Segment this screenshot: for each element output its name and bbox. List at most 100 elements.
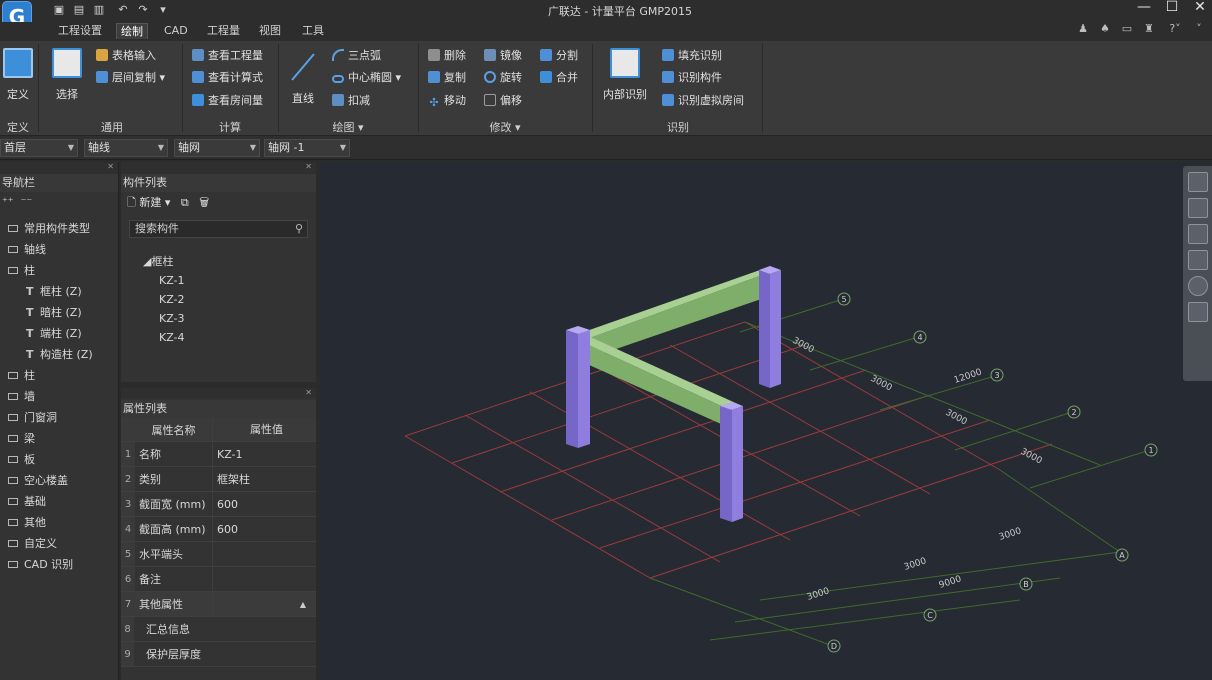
message-icon[interactable]: ▭ <box>1120 22 1134 36</box>
quick-access-more-icon[interactable]: ▾ <box>156 3 170 17</box>
property-row[interactable]: 9 保护层厚度 <box>121 642 316 667</box>
nav-item[interactable]: 基础 <box>8 491 118 512</box>
quick-access-open-icon[interactable]: ▤ <box>72 3 86 17</box>
fill-recognize-button[interactable]: 填充识别 <box>662 47 722 65</box>
view-formula-button[interactable]: 查看计算式 <box>192 69 263 87</box>
beam-front[interactable] <box>578 340 730 428</box>
property-value[interactable]: KZ-1 <box>213 442 316 467</box>
property-row[interactable]: 7 其他属性 ▲ <box>121 592 316 617</box>
center-ellipse-button[interactable]: 中心椭圆 ▾ <box>332 69 401 87</box>
close-icon[interactable]: ✕ <box>121 388 316 398</box>
nav-item[interactable]: 门窗洞 <box>8 407 118 428</box>
component-item[interactable]: KZ-1 <box>159 271 316 290</box>
front-view-icon[interactable] <box>1188 224 1208 244</box>
merge-button[interactable]: 合并 <box>540 69 578 87</box>
nav-item[interactable]: T 端柱 (Z) <box>8 323 118 344</box>
collapse-all-icon[interactable]: ⁻⁻ <box>21 195 33 208</box>
orbit-icon[interactable] <box>1188 172 1208 192</box>
nav-item[interactable]: 空心楼盖 <box>8 470 118 491</box>
tree-root[interactable]: ◢框柱 <box>143 252 316 271</box>
component-item[interactable]: KZ-3 <box>159 309 316 328</box>
property-row[interactable]: 8 汇总信息 <box>121 617 316 642</box>
delete-button[interactable]: 删除 <box>428 47 466 65</box>
select-button[interactable]: 选择 <box>48 48 86 110</box>
component-item[interactable]: KZ-4 <box>159 328 316 347</box>
category-select[interactable]: 轴线 ▼ <box>84 139 168 157</box>
chevron-down-icon[interactable]: ˅ <box>1192 22 1206 36</box>
menu-quantity[interactable]: 工程量 <box>203 23 244 39</box>
component-search-input[interactable]: 搜索构件 ⚲ <box>129 220 308 238</box>
menu-cad[interactable]: CAD <box>160 23 192 39</box>
undo-icon[interactable]: ↶ <box>116 3 130 17</box>
rotate-button[interactable]: 旋转 <box>484 69 522 87</box>
menu-draw[interactable]: 绘制 <box>116 23 148 39</box>
bell-icon[interactable]: ♠ <box>1098 22 1112 36</box>
property-value[interactable]: 600 <box>213 517 316 542</box>
line-button[interactable]: 直线 <box>284 48 322 110</box>
view-quantity-button[interactable]: 查看工程量 <box>192 47 263 65</box>
nav-item[interactable]: 轴线 <box>8 239 118 260</box>
trash-icon[interactable]: 🗑 <box>199 196 209 209</box>
inner-recognize-button[interactable]: 内部识别 <box>598 48 652 110</box>
expand-all-icon[interactable]: ⁺⁺ <box>2 195 14 208</box>
nav-item[interactable]: T 框柱 (Z) <box>8 281 118 302</box>
rotate-view-icon[interactable] <box>1188 276 1208 296</box>
property-row[interactable]: 3 截面宽 (mm) 600 <box>121 492 316 517</box>
three-point-arc-button[interactable]: 三点弧 <box>332 47 381 65</box>
collapse-icon[interactable]: ▲ <box>300 600 306 609</box>
nav-item[interactable]: T 暗柱 (Z) <box>8 302 118 323</box>
menu-project-settings[interactable]: 工程设置 <box>54 23 106 39</box>
property-value[interactable]: 600 <box>213 492 316 517</box>
split-button[interactable]: 分割 <box>540 47 578 65</box>
column[interactable] <box>578 330 590 448</box>
nav-item[interactable]: 其他 <box>8 512 118 533</box>
quick-access-save-icon[interactable]: ▥ <box>92 3 106 17</box>
column[interactable] <box>770 270 781 388</box>
group-label-modify[interactable]: 修改 ▾ <box>424 119 586 134</box>
nav-item[interactable]: 墙 <box>8 386 118 407</box>
close-button[interactable]: ✕ <box>1188 0 1212 16</box>
close-icon[interactable]: ✕ <box>0 162 118 174</box>
type-select[interactable]: 轴网 ▼ <box>174 139 260 157</box>
shirt-icon[interactable]: ♜ <box>1142 22 1156 36</box>
floor-select[interactable]: 首层 ▼ <box>0 139 78 157</box>
model-scene[interactable]: 54321ABCD 30003000 1200030003000300030009… <box>320 162 1212 680</box>
move-button[interactable]: ✣ 移动 <box>428 92 466 110</box>
help-icon[interactable]: ?˅ <box>1164 22 1186 36</box>
property-row[interactable]: 1 名称 KZ-1 <box>121 442 316 467</box>
layer-view-icon[interactable] <box>1188 302 1208 322</box>
nav-item[interactable]: 梁 <box>8 428 118 449</box>
recognize-virtual-room-button[interactable]: 识别虚拟房间 <box>662 92 744 110</box>
copy-component-icon[interactable]: ⧉ <box>181 196 189 209</box>
nav-item[interactable]: 自定义 <box>8 533 118 554</box>
deduct-button[interactable]: 扣减 <box>332 92 370 110</box>
redo-icon[interactable]: ↷ <box>136 3 150 17</box>
property-row[interactable]: 2 类别 框架柱 <box>121 467 316 492</box>
recognize-component-button[interactable]: 识别构件 <box>662 69 722 87</box>
property-row[interactable]: 4 截面高 (mm) 600 <box>121 517 316 542</box>
group-label-draw[interactable]: 绘图 ▾ <box>284 119 412 134</box>
menu-tools[interactable]: 工具 <box>298 23 328 39</box>
close-icon[interactable]: ✕ <box>121 162 316 174</box>
minimize-button[interactable]: — <box>1132 0 1156 16</box>
nav-item[interactable]: CAD 识别 <box>8 554 118 575</box>
maximize-button[interactable]: ☐ <box>1160 0 1184 16</box>
view-room-button[interactable]: 查看房间量 <box>192 92 263 110</box>
component-item[interactable]: KZ-2 <box>159 290 316 309</box>
nav-item[interactable]: 柱 <box>8 260 118 281</box>
3d-viewport[interactable]: 54321ABCD 3000 3000 12000 3000 3000 3000 3000 9… <box>320 162 1212 680</box>
nav-item[interactable]: T 构造柱 (Z) <box>8 344 118 365</box>
nav-item[interactable]: 柱 <box>8 365 118 386</box>
top-view-icon[interactable] <box>1188 198 1208 218</box>
instance-select[interactable]: 轴网 -1 ▼ <box>264 139 350 157</box>
iso-view-icon[interactable] <box>1188 250 1208 270</box>
copy-button[interactable]: 复制 <box>428 69 466 87</box>
new-component-button[interactable]: 🗋 新建 ▾ <box>127 196 170 209</box>
nav-item[interactable]: 板 <box>8 449 118 470</box>
property-value[interactable]: 框架柱 <box>213 467 316 492</box>
property-row[interactable]: 6 备注 <box>121 567 316 592</box>
nav-item[interactable]: 常用构件类型 <box>8 218 118 239</box>
property-row[interactable]: 5 水平端头 <box>121 542 316 567</box>
beam-back[interactable] <box>590 272 770 358</box>
menu-view[interactable]: 视图 <box>255 23 285 39</box>
